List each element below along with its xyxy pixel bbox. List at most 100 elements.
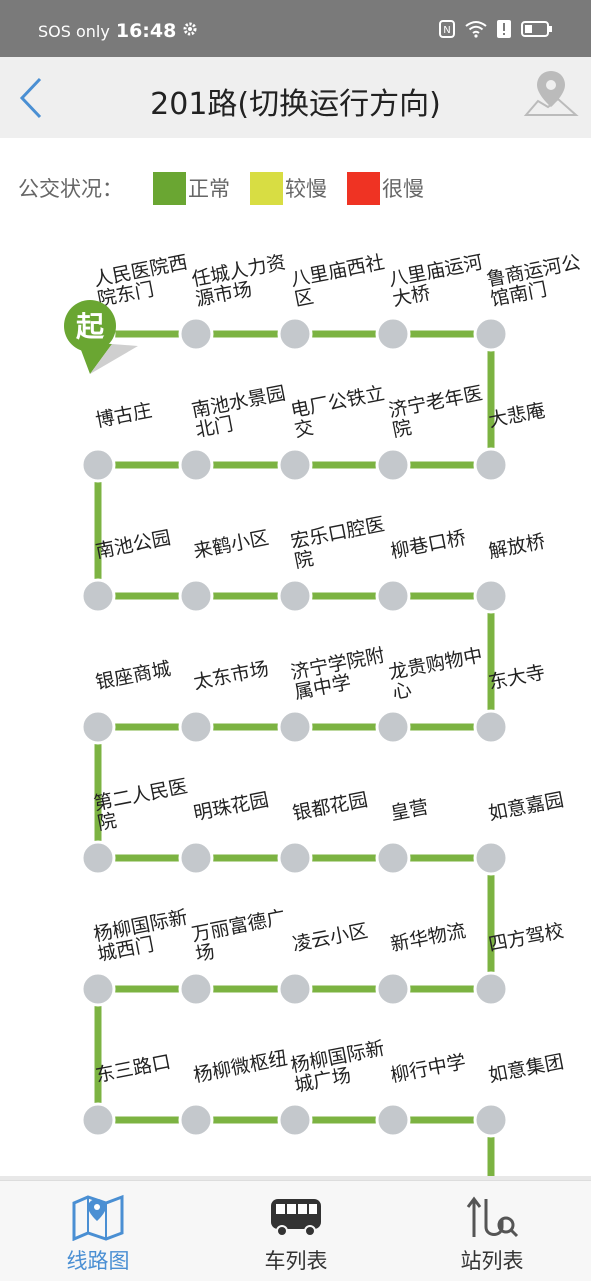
nfc-icon: N xyxy=(439,20,455,42)
stop-marker[interactable] xyxy=(375,709,411,745)
stop-label[interactable]: 东大寺 xyxy=(487,661,547,693)
map-button[interactable] xyxy=(522,67,580,125)
stop-label[interactable]: 皇营 xyxy=(389,796,431,825)
stop-marker[interactable] xyxy=(80,709,116,745)
stop-marker[interactable] xyxy=(277,316,313,352)
stop-marker[interactable] xyxy=(277,1102,313,1138)
stop-label[interactable]: 龙贵购物中心 xyxy=(387,644,488,703)
legend-slow: 较慢 xyxy=(250,171,327,205)
stop-marker[interactable] xyxy=(375,840,411,876)
stop-marker[interactable] xyxy=(80,1102,116,1138)
traffic-legend: 公交状况： 正常 较慢 很慢 xyxy=(18,170,444,206)
stop-label[interactable]: 柳巷口桥 xyxy=(389,527,468,563)
stop-label[interactable]: 杨柳国际新城西门 xyxy=(92,906,193,965)
legend-swatch-slow xyxy=(250,171,283,205)
stop-label[interactable]: 来鹤小区 xyxy=(192,527,271,563)
stop-label[interactable]: 杨柳国际新城广场 xyxy=(289,1037,390,1096)
alert-icon xyxy=(497,20,511,42)
stop-marker[interactable] xyxy=(178,1102,214,1138)
stop-marker[interactable] xyxy=(473,1102,509,1138)
stop-label[interactable]: 八里庙西社区 xyxy=(289,251,390,310)
legend-label: 公交状况： xyxy=(18,177,123,201)
stop-marker[interactable] xyxy=(80,578,116,614)
stop-label[interactable]: 如意集团 xyxy=(487,1051,566,1087)
stop-marker[interactable] xyxy=(277,709,313,745)
stop-label[interactable]: 鲁商运河公馆南门 xyxy=(485,251,586,310)
stop-marker[interactable] xyxy=(375,578,411,614)
stop-label[interactable]: 八里庙运河大桥 xyxy=(387,251,488,310)
stop-label[interactable]: 凌云小区 xyxy=(291,920,370,956)
stop-label[interactable]: 宏乐口腔医院 xyxy=(289,513,390,572)
route-map: 人民医院西院东门任城人力资源市场八里庙西社区八里庙运河大桥鲁商运河公馆南门大悲庵… xyxy=(64,251,586,1176)
stop-marker[interactable] xyxy=(473,316,509,352)
stop-label[interactable]: 济宁学院附属中学 xyxy=(289,644,390,703)
stop-label[interactable]: 太东市场 xyxy=(192,658,271,694)
stop-marker[interactable] xyxy=(473,447,509,483)
stop-label[interactable]: 博古庄 xyxy=(94,399,154,431)
page-title: 201路(切换运行方向) xyxy=(150,87,441,122)
stop-marker[interactable] xyxy=(277,971,313,1007)
stop-label[interactable]: 电厂公铁立交 xyxy=(289,382,390,441)
stop-marker[interactable] xyxy=(473,578,509,614)
stop-label[interactable]: 大悲庵 xyxy=(487,399,547,431)
stop-marker[interactable] xyxy=(178,971,214,1007)
legend-swatch-very-slow xyxy=(347,171,380,205)
clock: 16:48 xyxy=(115,20,177,42)
status-right: N xyxy=(439,20,553,42)
tab-route-map-label: 线路图 xyxy=(66,1249,130,1273)
stop-label[interactable]: 杨柳微枢纽 xyxy=(192,1047,289,1087)
stop-label[interactable]: 南池水景园北门 xyxy=(190,382,291,441)
tab-bus-list-label: 车列表 xyxy=(264,1249,328,1273)
stop-marker[interactable] xyxy=(178,447,214,483)
map-pin-icon xyxy=(523,71,579,116)
stop-label[interactable]: 新华物流 xyxy=(389,920,468,956)
stop-label[interactable]: 如意嘉园 xyxy=(487,789,566,825)
stop-label[interactable]: 万丽富德广场 xyxy=(190,906,291,965)
stop-label[interactable]: 东三路口 xyxy=(94,1051,173,1087)
status-left: SOS only 16:48 xyxy=(38,20,198,42)
stop-marker[interactable] xyxy=(473,840,509,876)
carrier-text: SOS only xyxy=(38,21,110,41)
stop-marker[interactable] xyxy=(80,971,116,1007)
status-bar: SOS only 16:48 N xyxy=(0,0,591,57)
stop-label[interactable]: 银座商城 xyxy=(94,658,173,694)
stop-marker[interactable] xyxy=(178,578,214,614)
stop-marker[interactable] xyxy=(277,578,313,614)
stop-label[interactable]: 第二人民医院 xyxy=(92,775,193,834)
legend-normal-label: 正常 xyxy=(188,177,230,201)
stop-label[interactable]: 任城人力资源市场 xyxy=(190,251,291,310)
tab-route-map[interactable]: 线路图 xyxy=(38,1181,158,1281)
stop-label[interactable]: 人民医院西院东门 xyxy=(92,251,193,310)
route-map-icon xyxy=(72,1194,124,1241)
bottom-tab-bar: 线路图 车列表 站列表 xyxy=(0,1180,591,1281)
stop-marker[interactable] xyxy=(80,840,116,876)
stop-label[interactable]: 明珠花园 xyxy=(192,789,271,825)
battery-icon xyxy=(521,20,553,42)
legend-normal: 正常 xyxy=(153,171,230,205)
wifi-icon xyxy=(465,20,487,42)
stop-label[interactable]: 解放桥 xyxy=(487,530,547,562)
tab-station-list-label: 站列表 xyxy=(460,1249,524,1273)
stop-label[interactable]: 南池公园 xyxy=(94,527,173,563)
stop-label[interactable]: 济宁老年医院 xyxy=(387,382,488,441)
stop-marker[interactable] xyxy=(178,316,214,352)
stop-label[interactable]: 四方驾校 xyxy=(487,920,566,956)
stop-marker[interactable] xyxy=(277,447,313,483)
stop-marker[interactable] xyxy=(178,709,214,745)
tab-bus-list[interactable]: 车列表 xyxy=(236,1181,356,1281)
bus-icon xyxy=(271,1199,321,1237)
stop-marker[interactable] xyxy=(473,709,509,745)
stop-marker[interactable] xyxy=(375,971,411,1007)
stop-marker[interactable] xyxy=(178,840,214,876)
stop-label[interactable]: 银都花园 xyxy=(291,789,370,825)
stop-marker[interactable] xyxy=(375,1102,411,1138)
station-search-icon xyxy=(466,1196,519,1238)
stop-marker[interactable] xyxy=(80,447,116,483)
stop-marker[interactable] xyxy=(473,971,509,1007)
stop-marker[interactable] xyxy=(277,840,313,876)
stop-marker[interactable] xyxy=(375,447,411,483)
legend-very-slow-label: 很慢 xyxy=(382,177,424,201)
tab-station-list[interactable]: 站列表 xyxy=(432,1181,552,1281)
stop-label[interactable]: 柳行中学 xyxy=(389,1051,468,1087)
stop-marker[interactable] xyxy=(375,316,411,352)
